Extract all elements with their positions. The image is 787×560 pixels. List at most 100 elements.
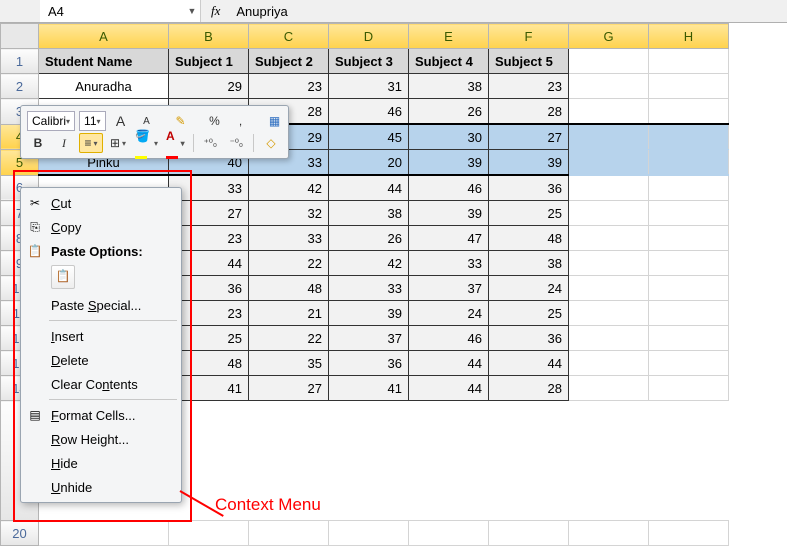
cell-value[interactable]: 42: [249, 175, 329, 201]
bold-button[interactable]: B: [27, 134, 49, 152]
cell[interactable]: [649, 150, 729, 176]
row-header-20[interactable]: 20: [1, 521, 39, 546]
menu-hide[interactable]: Hide: [21, 451, 181, 475]
cell-value[interactable]: 39: [409, 150, 489, 176]
cell-value[interactable]: 23: [249, 74, 329, 99]
col-header-H[interactable]: H: [649, 24, 729, 49]
cell-value[interactable]: 36: [489, 326, 569, 351]
cell[interactable]: [649, 124, 729, 150]
cell-value[interactable]: 27: [489, 124, 569, 150]
cell-value[interactable]: 45: [329, 124, 409, 150]
cell[interactable]: [649, 351, 729, 376]
table-header[interactable]: Subject 1: [169, 49, 249, 74]
cell-value[interactable]: 27: [249, 376, 329, 401]
cell-value[interactable]: 26: [329, 226, 409, 251]
cell[interactable]: [649, 326, 729, 351]
table-header[interactable]: Subject 2: [249, 49, 329, 74]
font-name-box[interactable]: Calibri▾: [27, 111, 75, 131]
cell-value[interactable]: 35: [249, 351, 329, 376]
cell[interactable]: [649, 276, 729, 301]
cell[interactable]: [169, 521, 249, 546]
font-size-box[interactable]: 11▾: [79, 111, 105, 131]
menu-paste-special[interactable]: Paste Special...: [21, 293, 181, 317]
cell-value[interactable]: 33: [329, 276, 409, 301]
menu-format-cells[interactable]: ▤Format Cells...: [21, 403, 181, 427]
cell[interactable]: [569, 326, 649, 351]
cell[interactable]: [649, 301, 729, 326]
cell[interactable]: [569, 124, 649, 150]
cell-value[interactable]: 38: [409, 74, 489, 99]
menu-row-height[interactable]: Row Height...: [21, 427, 181, 451]
cell-value[interactable]: 33: [409, 251, 489, 276]
cell-value[interactable]: 36: [489, 175, 569, 201]
clear-format-button[interactable]: ◇: [260, 134, 282, 152]
cell-value[interactable]: 37: [329, 326, 409, 351]
cell[interactable]: [649, 74, 729, 99]
cell-value[interactable]: 24: [489, 276, 569, 301]
cell-value[interactable]: 39: [329, 301, 409, 326]
cell[interactable]: [409, 521, 489, 546]
cell[interactable]: [569, 99, 649, 125]
cell-value[interactable]: 39: [409, 201, 489, 226]
menu-delete[interactable]: Delete: [21, 348, 181, 372]
cell-value[interactable]: 46: [409, 175, 489, 201]
cell-value[interactable]: 48: [249, 276, 329, 301]
row-header-1[interactable]: 1: [1, 49, 39, 74]
menu-cut[interactable]: ✂Cut: [21, 191, 181, 215]
cell-value[interactable]: 38: [489, 251, 569, 276]
shrink-font-button[interactable]: A: [136, 112, 158, 130]
cell-value[interactable]: 22: [249, 326, 329, 351]
cell-value[interactable]: 44: [329, 175, 409, 201]
cell-value[interactable]: 24: [409, 301, 489, 326]
cell[interactable]: [569, 251, 649, 276]
cell-value[interactable]: 36: [329, 351, 409, 376]
table-header[interactable]: Subject 5: [489, 49, 569, 74]
cell[interactable]: [249, 521, 329, 546]
fx-icon[interactable]: fx: [211, 3, 220, 19]
cell-value[interactable]: 46: [409, 326, 489, 351]
increase-decimal-button[interactable]: ⁺⁰₀: [199, 134, 221, 152]
cell[interactable]: [649, 99, 729, 125]
cell-value[interactable]: 32: [249, 201, 329, 226]
cell-value[interactable]: 47: [409, 226, 489, 251]
cell-value[interactable]: 46: [329, 99, 409, 125]
cell-value[interactable]: 37: [409, 276, 489, 301]
cell[interactable]: [569, 376, 649, 401]
cell-name[interactable]: Anuradha: [39, 74, 169, 99]
cell[interactable]: [569, 276, 649, 301]
cell[interactable]: [569, 74, 649, 99]
col-header-F[interactable]: F: [489, 24, 569, 49]
cell[interactable]: [649, 521, 729, 546]
cell-value[interactable]: 44: [409, 351, 489, 376]
menu-unhide[interactable]: Unhide: [21, 475, 181, 499]
align-center-button[interactable]: ≡: [79, 133, 103, 153]
cell-value[interactable]: 22: [249, 251, 329, 276]
col-header-E[interactable]: E: [409, 24, 489, 49]
cell[interactable]: [329, 521, 409, 546]
grow-font-button[interactable]: A: [110, 112, 132, 130]
cell[interactable]: [649, 175, 729, 201]
paste-option-default[interactable]: 📋: [51, 265, 75, 289]
cell-value[interactable]: 28: [489, 99, 569, 125]
col-header-G[interactable]: G: [569, 24, 649, 49]
comma-button[interactable]: ,: [230, 112, 252, 130]
cell-value[interactable]: 31: [329, 74, 409, 99]
cell-value[interactable]: 23: [489, 74, 569, 99]
cell[interactable]: [649, 376, 729, 401]
col-header-A[interactable]: A: [39, 24, 169, 49]
cell[interactable]: [569, 226, 649, 251]
cell-value[interactable]: 20: [329, 150, 409, 176]
cell-value[interactable]: 44: [409, 376, 489, 401]
cell[interactable]: [569, 521, 649, 546]
col-header-C[interactable]: C: [249, 24, 329, 49]
cell-value[interactable]: 26: [409, 99, 489, 125]
cell[interactable]: [569, 301, 649, 326]
italic-button[interactable]: I: [53, 134, 75, 152]
cell[interactable]: [649, 201, 729, 226]
cell[interactable]: [39, 521, 169, 546]
cell[interactable]: [569, 351, 649, 376]
cell-value[interactable]: 30: [409, 124, 489, 150]
cell-value[interactable]: 29: [169, 74, 249, 99]
cell[interactable]: [649, 226, 729, 251]
fill-color-button[interactable]: 🪣: [133, 134, 160, 152]
